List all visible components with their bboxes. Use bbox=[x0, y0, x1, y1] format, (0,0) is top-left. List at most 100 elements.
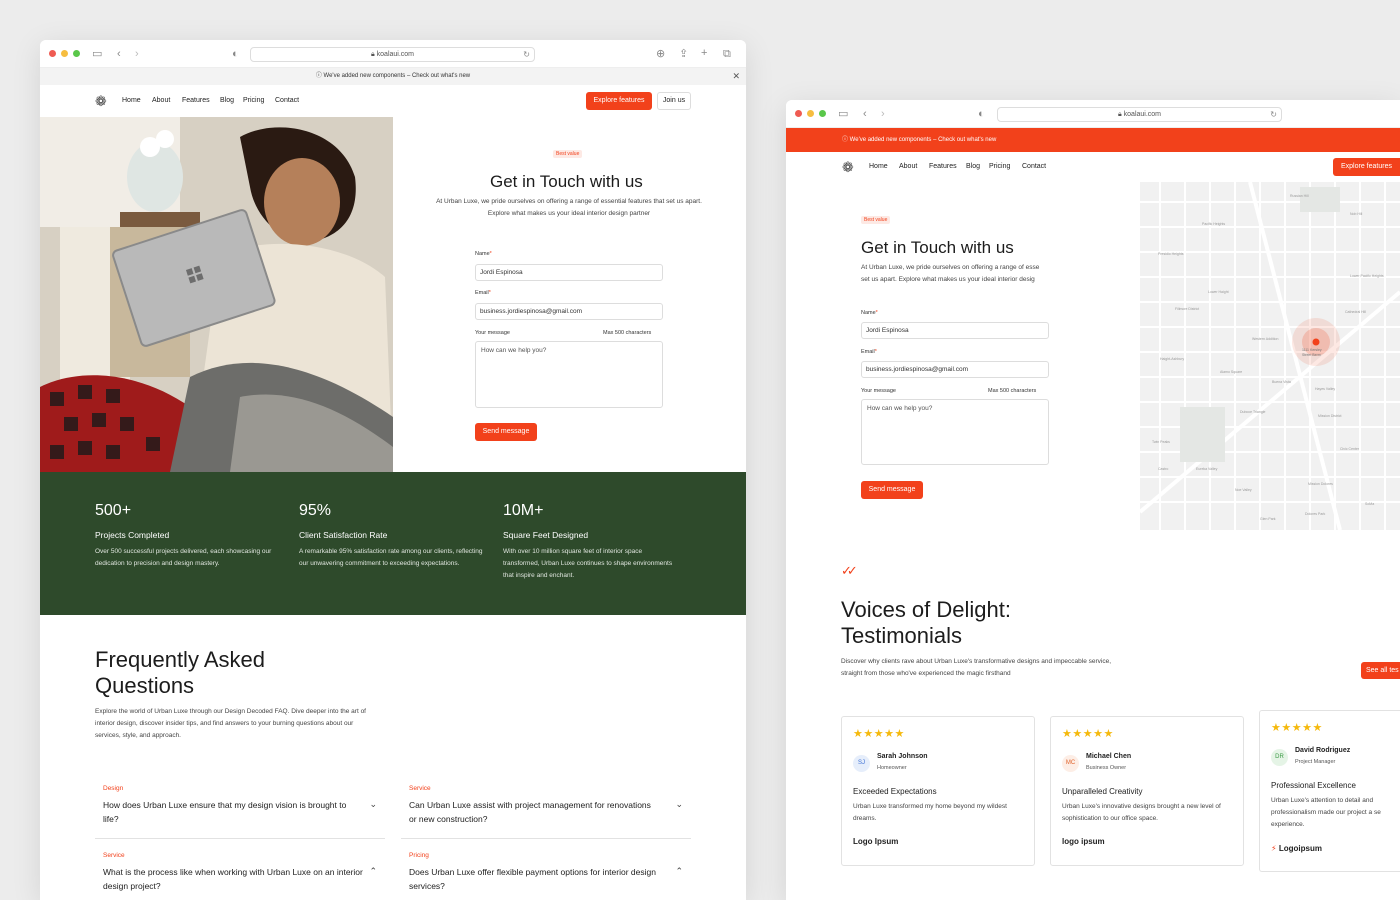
nav-link-features[interactable]: Features bbox=[182, 97, 210, 104]
nav-link-blog[interactable]: Blog bbox=[220, 97, 234, 104]
chevron-up-icon[interactable]: ⌃ bbox=[369, 866, 377, 877]
stat-desc: With over 10 million square feet of inte… bbox=[503, 548, 673, 579]
url-text: koalaui.com bbox=[1123, 111, 1162, 118]
download-icon[interactable]: ⊕ bbox=[656, 48, 665, 60]
company-logo: logo ipsum bbox=[1062, 837, 1105, 846]
name-field[interactable]: Jordi Espinosa bbox=[475, 264, 663, 281]
nav-link-contact[interactable]: Contact bbox=[1022, 163, 1046, 170]
faq-item[interactable]: Service Can Urban Luxe assist with proje… bbox=[401, 785, 691, 839]
contact-lead: At Urban Luxe, we pride ourselves on off… bbox=[436, 198, 702, 217]
zoom-window-dot[interactable] bbox=[73, 50, 80, 57]
chevron-down-icon[interactable]: ⌄ bbox=[369, 799, 377, 810]
sidebar-icon[interactable]: ▭ bbox=[92, 48, 102, 60]
chevron-down-icon[interactable]: ⌄ bbox=[675, 799, 683, 810]
nav-link-about[interactable]: About bbox=[899, 163, 917, 170]
nav-link-pricing[interactable]: Pricing bbox=[243, 97, 264, 104]
back-icon[interactable]: ‹ bbox=[117, 48, 121, 60]
close-window-dot[interactable] bbox=[795, 110, 802, 117]
explore-features-button[interactable]: Explore features bbox=[586, 92, 652, 110]
review-title: Professional Excellence bbox=[1271, 781, 1356, 790]
explore-features-button[interactable]: Explore features bbox=[1333, 158, 1400, 176]
close-window-dot[interactable] bbox=[49, 50, 56, 57]
zoom-window-dot[interactable] bbox=[819, 110, 826, 117]
nav-link-features[interactable]: Features bbox=[929, 163, 957, 170]
forward-icon[interactable]: › bbox=[135, 48, 139, 60]
nav-link-home[interactable]: Home bbox=[122, 97, 141, 104]
hero-illustration bbox=[40, 117, 393, 472]
testimonial-card: ★★★★★ DR David Rodriguez Project Manager… bbox=[1259, 710, 1400, 872]
message-label: Your message bbox=[475, 330, 510, 336]
chevron-up-icon[interactable]: ⌃ bbox=[675, 866, 683, 877]
stat-number: 10M+ bbox=[503, 502, 544, 519]
reviewer-name: Sarah Johnson bbox=[877, 753, 928, 760]
address-bar[interactable]: 🔒︎ koalaui.com ↻ bbox=[250, 47, 535, 62]
browser-toolbar: ▭ ‹ › ◐ 🔒︎ koalaui.com ↻ bbox=[786, 100, 1400, 128]
brand-logo-icon[interactable]: ❁ bbox=[95, 94, 107, 108]
testimonials-intro: Discover why clients rave about Urban Lu… bbox=[841, 658, 1112, 677]
new-tab-icon[interactable]: + bbox=[701, 47, 707, 59]
nav-link-pricing[interactable]: Pricing bbox=[989, 163, 1010, 170]
location-map[interactable]: Russian Hill Nob Hill Western Addition H… bbox=[1140, 182, 1400, 530]
address-bar[interactable]: 🔒︎ koalaui.com ↻ bbox=[997, 107, 1282, 122]
minimize-window-dot[interactable] bbox=[807, 110, 814, 117]
message-textarea[interactable]: How can we help you? bbox=[861, 399, 1049, 465]
send-message-button[interactable]: Send message bbox=[475, 423, 537, 441]
faq-item[interactable]: Design How does Urban Luxe ensure that m… bbox=[95, 785, 385, 839]
email-field[interactable]: business.jordiespinosa@gmail.com bbox=[475, 303, 663, 320]
avatar: MC bbox=[1062, 755, 1079, 772]
minimize-window-dot[interactable] bbox=[61, 50, 68, 57]
testimonial-card: ★★★★★ SJ Sarah Johnson Homeowner Exceede… bbox=[841, 716, 1035, 866]
stat-desc: Over 500 successful projects delivered, … bbox=[95, 548, 272, 567]
browser-window-left: ▭ ‹ › ◐ 🔒︎ koalaui.com ↻ ⊕ ⇪ + ⧉ ⓘ We've… bbox=[40, 40, 746, 900]
star-rating-icon: ★★★★★ bbox=[853, 728, 905, 740]
name-field[interactable]: Jordi Espinosa bbox=[861, 322, 1049, 339]
faq-item[interactable]: Service What is the process like when wo… bbox=[95, 852, 385, 900]
stats-section: 500+ Projects Completed Over 500 success… bbox=[40, 472, 746, 615]
faq-question: Can Urban Luxe assist with project manag… bbox=[409, 800, 651, 824]
forward-icon[interactable]: › bbox=[881, 108, 885, 120]
message-textarea[interactable]: How can we help you? bbox=[475, 341, 663, 408]
nav-link-contact[interactable]: Contact bbox=[275, 97, 299, 104]
map-label: Russian Hill bbox=[1290, 194, 1309, 198]
map-label: Nob Hill bbox=[1350, 212, 1363, 216]
faq-title: Frequently Asked Questions bbox=[95, 647, 265, 698]
brand-logo-icon[interactable]: ❁ bbox=[842, 160, 854, 174]
reviewer-name: David Rodriguez bbox=[1295, 747, 1351, 754]
hero-photo bbox=[40, 117, 393, 472]
back-icon[interactable]: ‹ bbox=[863, 108, 867, 120]
shield-icon[interactable]: ◐ bbox=[978, 108, 985, 120]
email-field[interactable]: business.jordiespinosa@gmail.com bbox=[861, 361, 1049, 378]
see-all-testimonials-button[interactable]: See all tes bbox=[1361, 662, 1400, 679]
stat-label: Square Feet Designed bbox=[503, 530, 589, 540]
close-icon[interactable]: ✕ bbox=[732, 68, 740, 85]
reload-icon[interactable]: ↻ bbox=[523, 48, 530, 61]
share-icon[interactable]: ⇪ bbox=[679, 48, 688, 60]
stat-projects: 500+ Projects Completed Over 500 success… bbox=[95, 502, 275, 570]
faq-question: How does Urban Luxe ensure that my desig… bbox=[103, 800, 347, 824]
tabs-icon[interactable]: ⧉ bbox=[723, 48, 731, 60]
map-label: Cathedral Hill bbox=[1345, 310, 1367, 314]
shield-icon[interactable]: ◐ bbox=[232, 48, 239, 60]
stat-number: 500+ bbox=[95, 502, 132, 519]
map-label: Lower Pacific Heights bbox=[1350, 274, 1384, 278]
stat-satisfaction: 95% Client Satisfaction Rate A remarkabl… bbox=[299, 502, 484, 570]
sidebar-icon[interactable]: ▭ bbox=[838, 108, 848, 120]
send-message-button[interactable]: Send message bbox=[861, 481, 923, 499]
reviewer-role: Business Owner bbox=[1086, 765, 1127, 771]
message-hint: Max 500 characters bbox=[988, 388, 1037, 394]
avatar: DR bbox=[1271, 749, 1288, 766]
info-icon: ⓘ bbox=[842, 137, 850, 143]
reviewer-name: Michael Chen bbox=[1086, 753, 1132, 760]
reviewer-role: Project Manager bbox=[1295, 759, 1336, 765]
nav-link-home[interactable]: Home bbox=[869, 163, 888, 170]
contact-lead-line-1: At Urban Luxe, we pride ourselves on off… bbox=[861, 264, 1040, 271]
join-us-button[interactable]: Join us bbox=[657, 92, 691, 110]
announcement-banner[interactable]: ⓘ We've added new components – Check out… bbox=[786, 128, 1400, 152]
reload-icon[interactable]: ↻ bbox=[1270, 108, 1277, 121]
faq-item[interactable]: Pricing Does Urban Luxe offer flexible p… bbox=[401, 852, 691, 900]
nav-link-blog[interactable]: Blog bbox=[966, 163, 980, 170]
announcement-banner[interactable]: ⓘ We've added new components – Check out… bbox=[40, 68, 746, 85]
nav-link-about[interactable]: About bbox=[152, 97, 170, 104]
message-hint: Max 500 characters bbox=[603, 330, 652, 336]
name-label: Name* bbox=[861, 310, 878, 316]
